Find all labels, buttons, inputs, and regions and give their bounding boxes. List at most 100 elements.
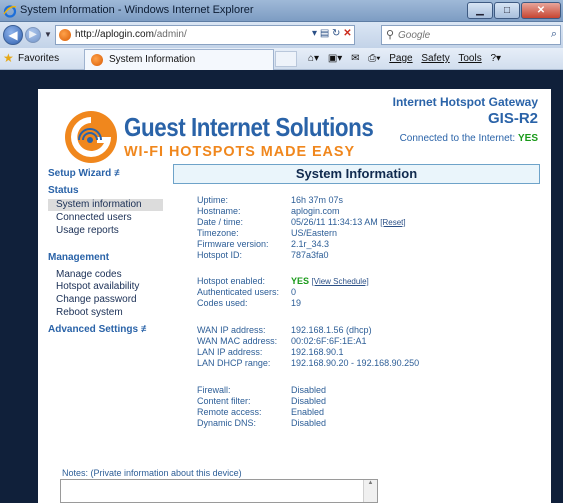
info-value: 192.168.90.1	[291, 347, 344, 357]
guest-internet-logo-icon	[65, 111, 117, 163]
info-row-codes-used: Codes used: 19	[197, 298, 301, 309]
info-value: 2.1r_34.3	[291, 239, 330, 249]
info-row-uptime: Uptime: 16h 37m 07s	[197, 195, 343, 206]
sidebar-item-system-information[interactable]: System information	[48, 199, 163, 211]
info-row-timezone: Timezone: US/Eastern	[197, 228, 337, 239]
info-row-datetime: Date / time: 05/26/11 11:34:13 AM [Reset]	[197, 217, 406, 228]
url-host: http://aplogin.com	[75, 29, 154, 40]
info-row-wan-ip: WAN IP address: 192.168.1.56 (dhcp)	[197, 325, 372, 336]
sidebar-item-usage-reports[interactable]: Usage reports	[48, 225, 163, 237]
info-label: LAN IP address:	[197, 347, 263, 357]
tab-label: System Information	[109, 54, 196, 65]
help-icon[interactable]: ?▾	[491, 53, 502, 64]
sidebar-setup-wizard[interactable]: Setup Wizard ≢	[48, 168, 124, 179]
address-tools: ▾ ▤ ↻ ✕	[312, 28, 352, 39]
sidebar-item-manage-codes[interactable]: Manage codes	[48, 269, 163, 281]
tab-system-information[interactable]: System Information	[84, 49, 274, 70]
forward-button[interactable]: ▶	[25, 27, 41, 43]
sidebar-heading-status: Status	[48, 185, 79, 196]
info-label: LAN DHCP range:	[197, 358, 271, 368]
sidebar-item-reboot-system[interactable]: Reboot system	[48, 307, 163, 319]
connection-value: YES	[517, 133, 538, 144]
new-tab-button[interactable]	[275, 51, 297, 67]
brand-tagline: WI-FI HOTSPOTS MADE EASY	[124, 143, 356, 160]
view-schedule-link[interactable]: [View Schedule]	[312, 277, 369, 286]
search-input[interactable]	[398, 28, 538, 42]
info-value: 00:02:6F:6F:1E:A1	[291, 336, 367, 346]
info-value: Enabled	[291, 407, 325, 417]
info-label: WAN MAC address:	[197, 336, 278, 346]
connection-status: Connected to the Internet: YES	[400, 133, 538, 144]
info-row-dynamic-dns: Dynamic DNS: Disabled	[197, 418, 326, 429]
minimize-button[interactable]: ▁	[467, 2, 493, 19]
info-label: Codes used:	[197, 298, 248, 308]
info-value: aplogin.com	[291, 206, 340, 216]
product-name: Internet Hotspot Gateway GIS-R2	[393, 95, 538, 127]
favorites-bar: ★ Favorites System Information ⌂▾ ▣▾ ✉ ⎙…	[0, 48, 563, 70]
info-row-firmware: Firmware version: 2.1r_34.3	[197, 239, 329, 250]
info-label: Remote access:	[197, 407, 262, 417]
favorites-star-icon[interactable]: ★	[3, 51, 14, 65]
address-bar[interactable]: http://aplogin.com/admin/	[55, 25, 355, 45]
notes-textarea[interactable]: ▲	[60, 479, 378, 503]
reset-time-link[interactable]: [Reset]	[380, 218, 405, 227]
sidebar-advanced-settings[interactable]: Advanced Settings ≢	[48, 324, 151, 335]
sidebar-heading-management: Management	[48, 252, 110, 263]
info-label: Content filter:	[197, 396, 251, 406]
address-url[interactable]: http://aplogin.com/admin/	[75, 29, 187, 40]
info-value: Disabled	[291, 396, 327, 406]
panel-title: System Information	[173, 164, 540, 184]
home-icon[interactable]: ⌂▾	[308, 53, 319, 64]
back-button[interactable]: ◀	[3, 25, 23, 45]
info-label: Dynamic DNS:	[197, 418, 257, 428]
info-value: 0	[291, 287, 297, 297]
info-label: Firewall:	[197, 385, 231, 395]
info-label: Timezone:	[197, 228, 239, 238]
address-dropdown-icon[interactable]: ▾	[312, 28, 317, 39]
search-go-icon[interactable]: ⌕	[551, 28, 557, 41]
info-value: 192.168.1.56 (dhcp)	[291, 325, 372, 335]
info-label: WAN IP address:	[197, 325, 266, 335]
info-label: Hostname:	[197, 206, 241, 216]
tab-favicon-icon	[91, 54, 103, 66]
info-value: 19	[291, 298, 302, 308]
internet-explorer-icon	[3, 5, 17, 18]
stop-icon[interactable]: ✕	[343, 28, 351, 39]
info-value: 16h 37m 07s	[291, 195, 344, 205]
sidebar-item-hotspot-availability[interactable]: Hotspot availability	[48, 281, 163, 293]
info-row-remote-access: Remote access: Enabled	[197, 407, 324, 418]
safety-menu[interactable]: Safety	[421, 53, 449, 64]
info-value: 05/26/11 11:34:13 AM	[291, 217, 378, 227]
maximize-button[interactable]: □	[494, 2, 520, 19]
info-label: Authenticated users:	[197, 287, 280, 297]
info-value: 192.168.90.20 - 192.168.90.250	[291, 358, 420, 368]
info-label: Firmware version:	[197, 239, 269, 249]
brand-name: Guest Internet Solutions	[124, 112, 374, 142]
refresh-icon[interactable]: ↻	[332, 28, 340, 39]
sidebar-item-change-password[interactable]: Change password	[48, 294, 163, 306]
info-value: Disabled	[291, 385, 327, 395]
mail-icon[interactable]: ✉	[351, 53, 359, 64]
compatibility-view-icon[interactable]: ▤	[320, 28, 329, 39]
search-provider-icon: ⚲	[386, 29, 395, 41]
print-icon[interactable]: ⎙▾	[368, 53, 380, 64]
info-value: YES	[291, 276, 310, 286]
search-box[interactable]: ⚲ ⌕	[381, 25, 561, 45]
info-label: Hotspot enabled:	[197, 276, 266, 286]
favorites-button[interactable]: Favorites	[18, 53, 59, 64]
product-model: GIS-R2	[487, 110, 538, 127]
close-button[interactable]: ✕	[521, 2, 561, 19]
navigation-bar: ◀ ▶ ▼ http://aplogin.com/admin/ ▾ ▤ ↻ ✕ …	[0, 22, 563, 48]
command-bar: ⌂▾ ▣▾ ✉ ⎙▾ Page Safety Tools ?▾	[308, 53, 507, 64]
info-row-firewall: Firewall: Disabled	[197, 385, 326, 396]
sidebar-item-connected-users[interactable]: Connected users	[48, 212, 163, 224]
page-menu[interactable]: Page	[389, 53, 412, 64]
tools-menu[interactable]: Tools	[458, 53, 481, 64]
recent-pages-dropdown-icon[interactable]: ▼	[44, 30, 52, 39]
feeds-icon[interactable]: ▣▾	[328, 53, 342, 64]
info-row-wan-mac: WAN MAC address: 00:02:6F:6F:1E:A1	[197, 336, 367, 347]
info-value: 787a3fa0	[291, 250, 329, 260]
admin-page: Guest Internet Solutions WI-FI HOTSPOTS …	[38, 89, 551, 503]
info-label: Hotspot ID:	[197, 250, 243, 260]
notes-scrollbar[interactable]: ▲	[363, 480, 377, 502]
